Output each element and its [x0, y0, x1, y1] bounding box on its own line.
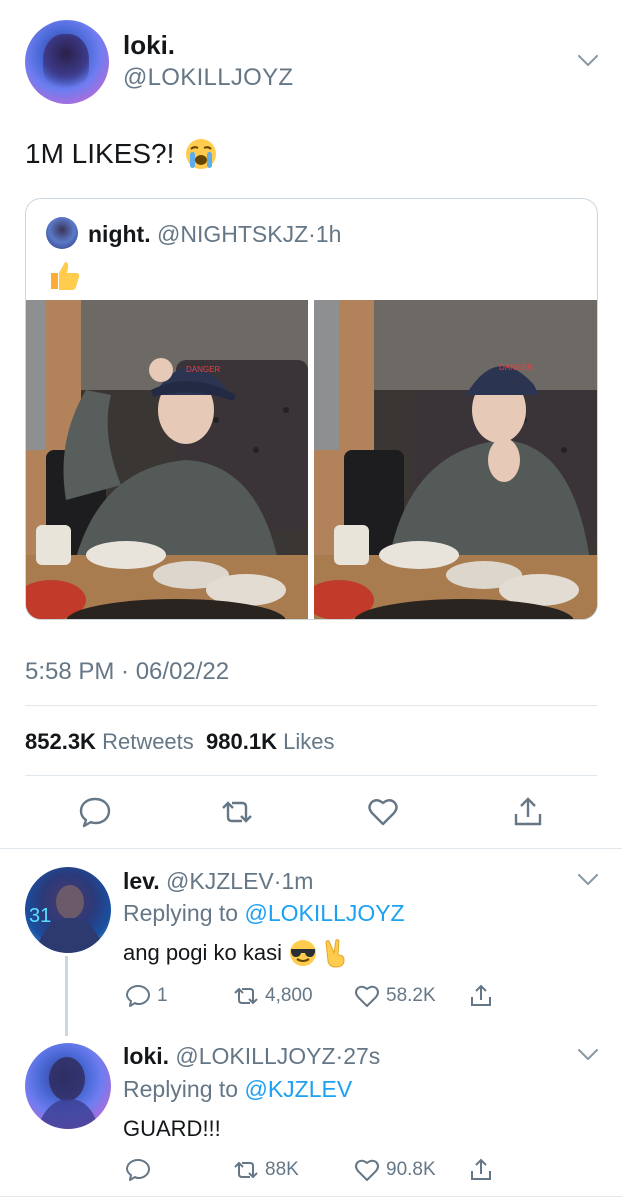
- divider: [25, 775, 597, 776]
- svg-text:31: 31: [29, 905, 51, 927]
- quoted-author-handle[interactable]: @NIGHTSKJZ: [157, 221, 308, 247]
- retweets-count[interactable]: 852.3K: [25, 729, 96, 754]
- reply-age: 27s: [343, 1043, 381, 1069]
- replying-to-label: Replying to: [123, 1076, 239, 1102]
- like-action[interactable]: 90.8K: [354, 1157, 436, 1183]
- retweet-action[interactable]: 4,800: [233, 983, 313, 1009]
- smiling-face-with-sunglasses-icon: [290, 940, 316, 966]
- like-count: 58.2K: [386, 985, 436, 1006]
- retweet-action[interactable]: 88K: [233, 1157, 299, 1183]
- quoted-author-avatar[interactable]: [46, 217, 78, 249]
- retweet-count: 4,800: [265, 985, 313, 1006]
- svg-text:DANGER: DANGER: [499, 363, 533, 372]
- quoted-tweet-header: night. @NIGHTSKJZ·1h: [88, 221, 341, 248]
- reply-action[interactable]: [125, 1157, 151, 1183]
- reply-avatar[interactable]: [25, 1043, 111, 1129]
- author-name[interactable]: loki.: [123, 30, 175, 61]
- reply-author-handle[interactable]: @KJZLEV: [166, 868, 274, 894]
- quoted-author-name[interactable]: night.: [88, 221, 151, 247]
- author-handle[interactable]: @LOKILLJOYZ: [123, 64, 293, 92]
- quoted-age: 1h: [315, 221, 342, 247]
- reply-author-name[interactable]: lev.: [123, 868, 160, 894]
- photo-1-image: DANGER: [26, 300, 308, 619]
- photo-2[interactable]: DANGER: [314, 300, 597, 619]
- reply-avatar-image: 31: [29, 885, 105, 953]
- reply-body: ang pogi ko kasi: [123, 940, 282, 965]
- retweet-icon[interactable]: [220, 795, 254, 829]
- reply-author-handle[interactable]: @LOKILLJOYZ: [175, 1043, 335, 1069]
- retweet-icon: [234, 987, 258, 1005]
- tweet-text: 1M LIKES?!: [25, 137, 218, 171]
- reply-icon: [126, 985, 150, 1007]
- photo-2-image: DANGER: [314, 300, 597, 619]
- like-icon: [355, 1159, 379, 1181]
- retweets-label[interactable]: Retweets: [102, 729, 194, 754]
- reply-count: 1: [157, 985, 168, 1006]
- thumbs-up-icon: [51, 262, 80, 290]
- svg-text:DANGER: DANGER: [186, 365, 220, 374]
- share-icon[interactable]: [468, 983, 494, 1009]
- replying-to: Replying to @LOKILLJOYZ: [123, 900, 405, 927]
- loudly-crying-face-icon: [186, 139, 217, 169]
- like-action[interactable]: 58.2K: [354, 983, 436, 1009]
- retweet-icon: [234, 1161, 258, 1179]
- quoted-tweet-card[interactable]: night. @NIGHTSKJZ·1h DANGER DANGER: [25, 198, 598, 620]
- reply-header: loki. @LOKILLJOYZ·27s: [123, 1043, 380, 1070]
- like-count: 90.8K: [386, 1159, 436, 1180]
- replying-to-link[interactable]: @LOKILLJOYZ: [244, 900, 404, 926]
- engagement-stats: 852.3K Retweets 980.1K Likes: [25, 729, 334, 755]
- divider: [0, 1196, 622, 1197]
- like-icon: [355, 985, 379, 1007]
- replying-to: Replying to @KJZLEV: [123, 1076, 352, 1103]
- quoted-separator: ·: [308, 221, 316, 247]
- reply-icon: [126, 1159, 150, 1181]
- like-icon[interactable]: [366, 795, 400, 829]
- replying-to-link[interactable]: @KJZLEV: [244, 1076, 352, 1102]
- reply-icon[interactable]: [78, 795, 112, 829]
- chevron-down-icon[interactable]: [578, 1049, 598, 1061]
- reply-age: 1m: [281, 868, 314, 894]
- reply-header: lev. @KJZLEV·1m: [123, 868, 313, 895]
- likes-label[interactable]: Likes: [283, 729, 334, 754]
- reply-text: ang pogi ko kasi: [123, 938, 350, 968]
- reply-avatar[interactable]: 31: [25, 867, 111, 953]
- divider: [25, 705, 597, 706]
- reply-avatar-image: [37, 1057, 99, 1129]
- photo-1[interactable]: DANGER: [26, 300, 308, 619]
- divider: [0, 848, 622, 849]
- share-icon[interactable]: [468, 1157, 494, 1183]
- chevron-down-icon[interactable]: [578, 55, 598, 67]
- reply-body: GUARD!!!: [123, 1116, 221, 1141]
- tweet-timestamp[interactable]: 5:58 PM · 06/02/22: [25, 658, 229, 686]
- author-avatar[interactable]: [25, 20, 109, 104]
- reply-text: GUARD!!!: [123, 1116, 221, 1142]
- victory-hand-icon: [325, 939, 345, 968]
- tweet-body: 1M LIKES?!: [25, 138, 175, 169]
- likes-count[interactable]: 980.1K: [206, 729, 277, 754]
- reply-author-name[interactable]: loki.: [123, 1043, 169, 1069]
- share-icon[interactable]: [511, 795, 545, 829]
- retweet-count: 88K: [265, 1159, 299, 1180]
- replying-to-label: Replying to: [123, 900, 239, 926]
- thread-line: [65, 956, 68, 1036]
- reply-action[interactable]: 1: [125, 983, 168, 1009]
- chevron-down-icon[interactable]: [578, 874, 598, 886]
